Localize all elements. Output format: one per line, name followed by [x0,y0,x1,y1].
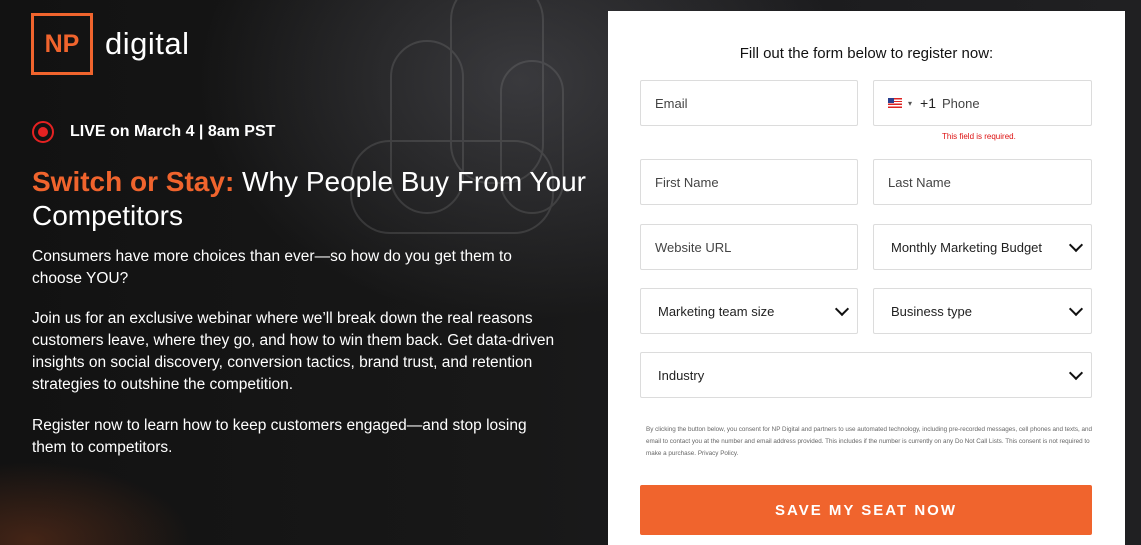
live-indicator-icon [32,121,54,143]
privacy-policy-link[interactable]: Privacy Policy. [698,450,738,457]
budget-select-label: Monthly Marketing Budget [891,239,1043,255]
consent-disclaimer: By clicking the button below, you consen… [646,424,1096,460]
registration-form: Fill out the form below to register now:… [608,11,1125,545]
country-caret-icon[interactable]: ▾ [908,99,912,108]
business-type-select-label: Business type [891,303,972,319]
intro-paragraph: Consumers have more choices than ever—so… [32,248,512,287]
us-flag-icon[interactable] [888,98,902,108]
last-name-placeholder: Last Name [888,174,951,190]
industry-select-label: Industry [658,367,705,383]
phone-placeholder: Phone [941,95,980,111]
logo-wordmark: digital [105,26,190,61]
dial-code: +1 [920,95,936,111]
title-accent: Switch or Stay: [32,166,235,197]
logo-mark: NP [31,13,93,75]
business-type-select[interactable]: Business type [873,288,1092,334]
chevron-down-icon [1068,301,1084,317]
budget-select[interactable]: Monthly Marketing Budget [873,224,1092,270]
details-paragraph: Join us for an exclusive webinar where w… [32,310,555,393]
email-placeholder: Email [655,95,688,111]
first-name-field[interactable]: First Name [640,159,858,205]
cta-paragraph: Register now to learn how to keep custom… [32,417,527,456]
phone-field[interactable]: ▾ +1 Phone [873,80,1092,126]
team-size-select[interactable]: Marketing team size [640,288,858,334]
page-title: Switch or Stay: Why People Buy From Your… [32,165,592,233]
website-placeholder: Website URL [655,239,732,255]
chevron-down-icon [1068,365,1084,381]
first-name-placeholder: First Name [655,174,719,190]
email-field[interactable]: Email [640,80,858,126]
team-size-select-label: Marketing team size [658,303,775,319]
live-banner: LIVE on March 4 | 8am PST [32,121,275,143]
phone-error-message: This field is required. [942,132,1016,141]
save-my-seat-button[interactable]: SAVE MY SEAT NOW [640,485,1092,535]
form-title: Fill out the form below to register now: [739,45,994,62]
website-url-field[interactable]: Website URL [640,224,858,270]
industry-select[interactable]: Industry [640,352,1092,398]
last-name-field[interactable]: Last Name [873,159,1092,205]
chevron-down-icon [1068,237,1084,253]
chevron-down-icon [834,301,850,317]
live-date-text: LIVE on March 4 | 8am PST [70,123,276,140]
np-digital-logo[interactable]: NP digital [31,13,190,75]
